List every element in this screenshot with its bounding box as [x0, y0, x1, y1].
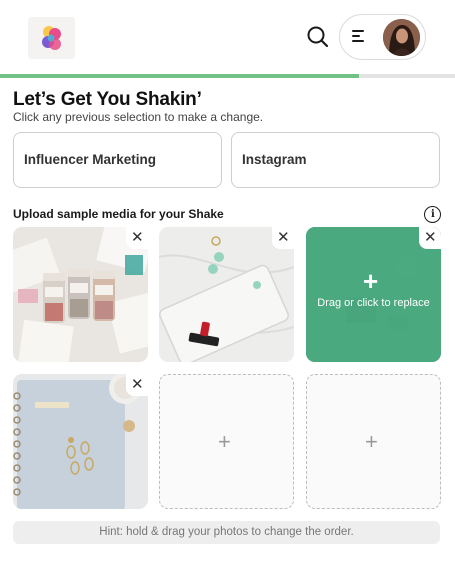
search-button[interactable]: [305, 24, 331, 50]
media-tile-2[interactable]: ✕: [159, 227, 294, 362]
add-icon: +: [365, 429, 378, 454]
page-title: Let’s Get You Shakin’: [13, 89, 202, 110]
media-tile-3[interactable]: + Drag or click to replace ✕: [306, 227, 441, 362]
app-header: [0, 0, 455, 74]
add-icon: +: [218, 429, 231, 454]
selection-card-label: Influencer Marketing: [24, 152, 157, 167]
media-photo-bath-salts: [13, 227, 148, 362]
remove-media-button[interactable]: ✕: [272, 227, 294, 249]
empty-media-slot[interactable]: +: [159, 374, 294, 509]
selection-card-platform[interactable]: Instagram: [231, 132, 440, 188]
shakebrand-logo-icon: [42, 26, 61, 50]
user-avatar: [383, 19, 420, 56]
remove-media-button[interactable]: ✕: [126, 227, 148, 249]
brand-logo[interactable]: [28, 17, 75, 59]
selection-card-label: Instagram: [242, 152, 307, 167]
add-icon: +: [363, 266, 379, 296]
reorder-hint: Hint: hold & drag your photos to change …: [13, 521, 440, 544]
upload-section-label: Upload sample media for your Shake: [13, 207, 224, 221]
remove-media-button[interactable]: ✕: [419, 227, 441, 249]
media-tile-4[interactable]: ✕: [13, 374, 148, 509]
info-icon[interactable]: i: [424, 206, 441, 223]
remove-media-button[interactable]: ✕: [126, 374, 148, 396]
search-icon: [307, 26, 329, 48]
replace-overlay[interactable]: + Drag or click to replace: [306, 227, 441, 362]
media-photo-notebook: [13, 374, 148, 509]
media-tile-1[interactable]: ✕: [13, 227, 148, 362]
progress-bar-fill: [0, 74, 360, 78]
page-subtitle: Click any previous selection to make a c…: [13, 110, 264, 124]
replace-instruction: Drag or click to replace: [317, 297, 430, 309]
empty-media-slot[interactable]: +: [306, 374, 441, 509]
selection-card-campaign-type[interactable]: Influencer Marketing: [13, 132, 222, 188]
media-photo-pouch-lipstick: [159, 227, 294, 362]
progress-bar: [0, 74, 455, 78]
hamburger-menu-icon: [352, 30, 368, 44]
account-menu-button[interactable]: [339, 14, 426, 60]
